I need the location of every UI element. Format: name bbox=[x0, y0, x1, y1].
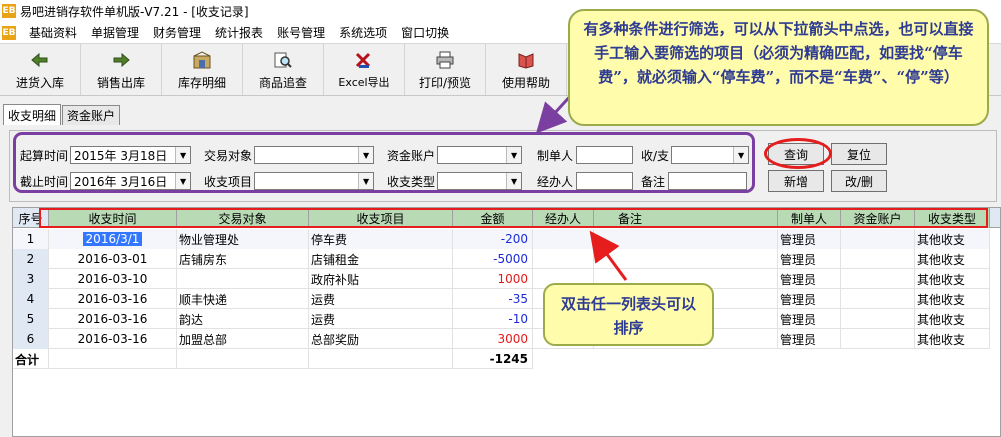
menu-account-management[interactable]: 账号管理 bbox=[270, 24, 332, 41]
table-row[interactable]: 3 2016-03-10 政府补贴 1000 管理员 其他收支 bbox=[13, 269, 990, 289]
total-row: 合计 -1245 bbox=[13, 349, 533, 369]
table-row[interactable]: 6 2016-03-16 加盟总部 总部奖励 3000 管理员 其他收支 bbox=[13, 329, 990, 349]
filter-tip-callout: 有多种条件进行筛选，可以从下拉箭头中点选，也可以直接手工输入要筛选的项目（必须为… bbox=[568, 9, 989, 126]
sale-out-label: 销售出库 bbox=[96, 76, 145, 90]
stock-in-label: 进货入库 bbox=[15, 76, 64, 90]
add-button[interactable]: 新增 bbox=[768, 170, 824, 192]
sale-out-button[interactable]: 销售出库 bbox=[81, 44, 162, 95]
menu-statistics-reports[interactable]: 统计报表 bbox=[208, 24, 270, 41]
reset-button[interactable]: 复位 bbox=[831, 143, 887, 165]
table-row[interactable]: 5 2016-03-16 韵达 运费 -10 管理员 其他收支 bbox=[13, 309, 990, 329]
total-label: 合计 bbox=[13, 349, 49, 369]
excel-export-button[interactable]: Excel导出 bbox=[324, 44, 405, 95]
selected-date-cell[interactable]: 2016/3/1 bbox=[82, 232, 143, 246]
records-grid: 序号 收支时间 交易对象 收支项目 金额 经办人 备注 制单人 资金账户 收支类… bbox=[12, 207, 1001, 437]
tab-strip: 收支明细 资金账户 bbox=[3, 104, 121, 125]
menu-window-switch[interactable]: 窗口切换 bbox=[394, 24, 456, 41]
help-label: 使用帮助 bbox=[501, 76, 550, 90]
trace-icon bbox=[273, 50, 293, 70]
excel-export-label: Excel导出 bbox=[338, 76, 390, 89]
menu-system-options[interactable]: 系统选项 bbox=[332, 24, 394, 41]
product-trace-label: 商品追查 bbox=[258, 76, 307, 90]
menu-document-management[interactable]: 单据管理 bbox=[84, 24, 146, 41]
table-row[interactable]: 1 2016/3/1 物业管理处 停车费 -200 管理员 其他收支 bbox=[13, 229, 990, 249]
query-highlight-ellipse bbox=[764, 138, 832, 169]
stock-in-icon bbox=[30, 50, 50, 70]
window-title: 易吧进销存软件单机版-V7.21 - [收支记录] bbox=[20, 4, 249, 19]
printer-icon bbox=[435, 50, 455, 70]
app-logo-icon: EB bbox=[2, 4, 16, 18]
filter-highlight-frame bbox=[13, 132, 755, 193]
excel-icon bbox=[354, 50, 374, 70]
inventory-detail-label: 库存明细 bbox=[177, 76, 226, 90]
table-row[interactable]: 2 2016-03-01 店铺房东 店铺租金 -5000 管理员 其他收支 bbox=[13, 249, 990, 269]
print-preview-button[interactable]: 打印/预览 bbox=[405, 44, 486, 95]
menu-basic-data[interactable]: 基础资料 bbox=[22, 24, 84, 41]
help-book-icon bbox=[516, 50, 536, 70]
product-trace-button[interactable]: 商品追查 bbox=[243, 44, 324, 95]
sort-tip-callout: 双击任一列表头可以排序 bbox=[543, 283, 714, 346]
tab-income-expense-detail[interactable]: 收支明细 bbox=[3, 104, 62, 125]
header-highlight-frame bbox=[39, 208, 988, 228]
total-amount: -1245 bbox=[453, 349, 533, 369]
print-preview-label: 打印/预览 bbox=[418, 76, 472, 90]
sale-out-icon bbox=[111, 50, 131, 70]
tab-fund-accounts[interactable]: 资金账户 bbox=[62, 105, 121, 125]
edit-delete-button[interactable]: 改/删 bbox=[831, 170, 887, 192]
table-row[interactable]: 4 2016-03-16 顺丰快递 运费 -35 管理员 其他收支 bbox=[13, 289, 990, 309]
inventory-detail-button[interactable]: 库存明细 bbox=[162, 44, 243, 95]
help-button[interactable]: 使用帮助 bbox=[486, 44, 567, 95]
menu-finance-management[interactable]: 财务管理 bbox=[146, 24, 208, 41]
stock-in-button[interactable]: 进货入库 bbox=[0, 44, 81, 95]
menu-app-icon[interactable]: EB bbox=[2, 25, 16, 40]
inventory-icon bbox=[192, 50, 212, 70]
